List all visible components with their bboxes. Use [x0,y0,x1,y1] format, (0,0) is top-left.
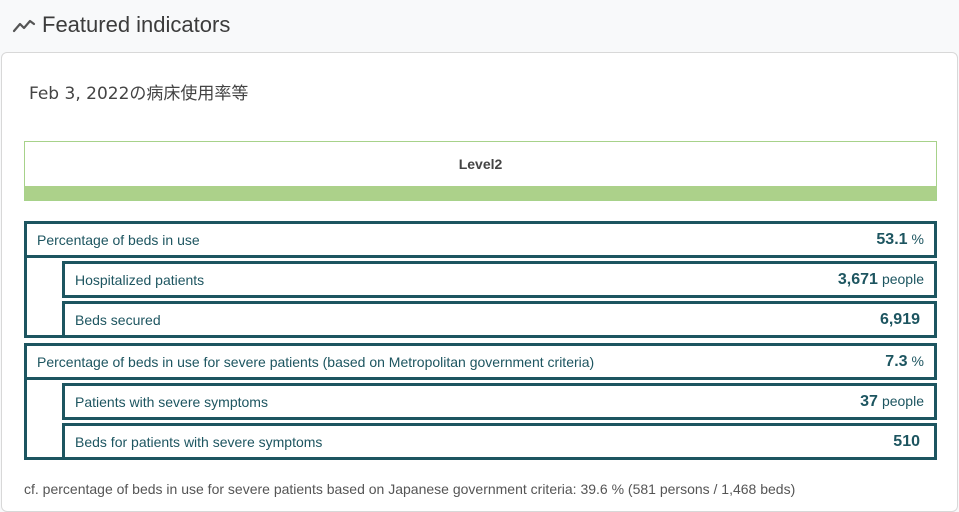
row-label: Beds for patients with severe symptoms [75,433,323,450]
row-value: 53.1% [876,230,924,248]
severe-beds-row: Beds for patients with severe symptoms 5… [62,423,937,460]
row-label: Percentage of beds in use for severe pat… [37,353,595,370]
level-label: Level2 [458,156,503,172]
beds-secured-row: Beds secured 6,919 [62,301,937,338]
date-title: Feb 3, 2022の病床使用率等 [29,84,249,104]
severe-beds-in-use-row: Percentage of beds in use for severe pat… [24,343,937,380]
severe-patients-row: Patients with severe symptoms 37 people [62,383,937,420]
hospitalized-patients-row: Hospitalized patients 3,671 people [62,261,937,298]
level-indicator: Level2 [24,141,937,201]
row-label: Percentage of beds in use [37,231,200,248]
section-title: Featured indicators [42,12,231,37]
row-value: 510 [893,432,920,450]
row-label: Beds secured [75,311,161,328]
indicator-card: Feb 3, 2022の病床使用率等 Level2 Percentage of … [1,52,958,512]
row-label: Hospitalized patients [75,271,205,288]
section-header: Featured indicators [12,12,230,38]
row-value: 6,919 [879,310,920,328]
row-value: 7.3% [885,352,924,370]
footnote: cf. percentage of beds in use for severe… [24,481,796,497]
row-value: 3,671 people [837,270,924,288]
row-label: Patients with severe symptoms [75,393,268,410]
trend-chart-icon [12,19,36,33]
level-bar [25,186,936,200]
row-value: 37 people [860,392,924,410]
beds-in-use-row: Percentage of beds in use 53.1% [24,221,937,258]
